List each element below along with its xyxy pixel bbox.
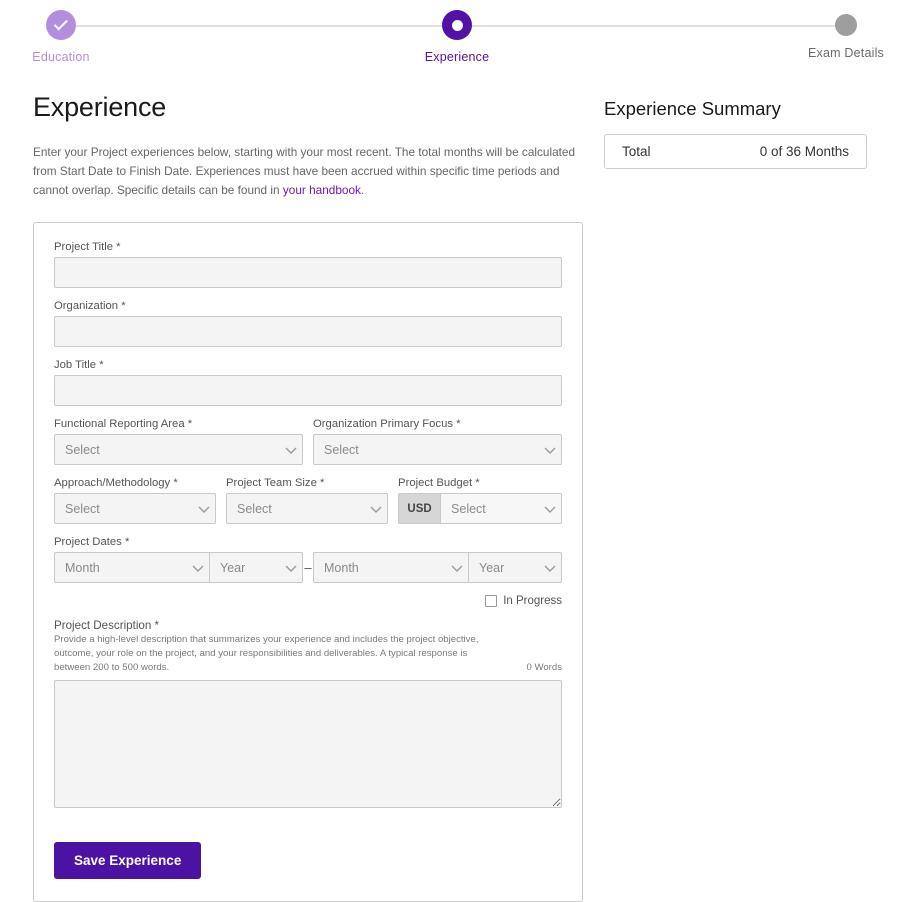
- stepper-step-exam-details[interactable]: Exam Details: [776, 10, 906, 60]
- step-exam-details-label: Exam Details: [807, 46, 885, 60]
- field-approach-methodology: Approach/Methodology * Select: [54, 477, 217, 525]
- project-description-textarea[interactable]: [54, 680, 562, 809]
- summary-total-label: Total: [622, 144, 651, 159]
- project-end-date-group: Month Year: [313, 552, 562, 584]
- functional-reporting-area-label: Functional Reporting Area *: [54, 418, 193, 431]
- project-title-input[interactable]: [54, 257, 562, 289]
- step-experience-dot[interactable]: [442, 10, 472, 40]
- project-budget-select-wrap: Select: [440, 493, 562, 525]
- field-project-team-size: Project Team Size * Select: [226, 477, 389, 525]
- step-experience-label: Experience: [424, 50, 490, 64]
- in-progress-checkbox[interactable]: [485, 595, 498, 608]
- handbook-link[interactable]: your handbook: [283, 183, 361, 197]
- start-month-select-wrap: Month: [54, 552, 210, 584]
- start-month-select[interactable]: Month: [54, 552, 210, 584]
- approach-methodology-label: Approach/Methodology *: [54, 477, 178, 490]
- main-column: Experience Enter your Project experience…: [33, 92, 583, 902]
- job-title-label: Job Title *: [54, 359, 104, 372]
- step-education-label: Education: [32, 50, 90, 64]
- project-team-size-label: Project Team Size *: [226, 477, 325, 490]
- in-progress-row: In Progress: [54, 595, 562, 608]
- stepper-step-education[interactable]: Education: [0, 10, 131, 64]
- project-dates-row: Month Year – Month Year: [54, 552, 562, 584]
- save-experience-button[interactable]: Save Experience: [54, 842, 202, 880]
- approach-methodology-select-wrap: Select: [54, 493, 217, 525]
- end-year-select[interactable]: Year: [468, 552, 562, 584]
- end-month-select[interactable]: Month: [313, 552, 469, 584]
- page-description: Enter your Project experiences below, st…: [33, 143, 578, 200]
- check-icon: [53, 15, 68, 30]
- stepper-step-experience[interactable]: Experience: [387, 10, 527, 64]
- project-description-word-count: 0 Words: [526, 662, 562, 674]
- field-organization-primary-focus: Organization Primary Focus * Select: [313, 418, 562, 466]
- summary-total-value: 0 of 36 Months: [759, 144, 849, 159]
- project-team-size-select[interactable]: Select: [226, 493, 389, 525]
- current-step-inner-circle-icon: [451, 19, 463, 31]
- in-progress-label[interactable]: In Progress: [503, 595, 562, 607]
- experience-form-card: Project Title * Organization * Job Title…: [33, 222, 583, 902]
- progress-stepper: Education Experience Exam Details: [0, 0, 906, 72]
- approach-methodology-select[interactable]: Select: [54, 493, 217, 525]
- summary-column: Experience Summary Total 0 of 36 Months: [604, 92, 867, 169]
- organization-primary-focus-select-wrap: Select: [313, 434, 562, 466]
- project-team-size-select-wrap: Select: [226, 493, 389, 525]
- project-budget-label: Project Budget *: [398, 477, 480, 490]
- step-education-dot[interactable]: [46, 10, 76, 40]
- start-year-select[interactable]: Year: [209, 552, 303, 584]
- field-job-title: Job Title *: [54, 359, 562, 407]
- job-title-input[interactable]: [54, 375, 562, 407]
- experience-summary-title: Experience Summary: [604, 98, 781, 119]
- organization-input[interactable]: [54, 316, 562, 348]
- project-title-label: Project Title *: [54, 241, 121, 254]
- organization-primary-focus-label: Organization Primary Focus *: [313, 418, 461, 431]
- project-budget-group: USD Select: [398, 493, 562, 525]
- field-project-budget: Project Budget * USD Select: [398, 477, 562, 525]
- project-budget-currency: USD: [398, 493, 441, 525]
- field-organization: Organization *: [54, 300, 562, 348]
- field-project-dates: Project Dates * Month Year – Month Year: [54, 536, 562, 584]
- page-title: Experience: [33, 92, 167, 122]
- field-project-title: Project Title *: [54, 241, 562, 289]
- project-start-date-group: Month Year: [54, 552, 303, 584]
- end-month-select-wrap: Month: [313, 552, 469, 584]
- organization-primary-focus-select[interactable]: Select: [313, 434, 562, 466]
- functional-reporting-area-select[interactable]: Select: [54, 434, 303, 466]
- row-reporting-focus: Functional Reporting Area * Select Organ…: [54, 418, 562, 466]
- project-description-label: Project Description *: [54, 619, 160, 633]
- functional-reporting-area-select-wrap: Select: [54, 434, 303, 466]
- page-description-text-2: .: [360, 183, 365, 198]
- row-approach-team-budget: Approach/Methodology * Select Project Te…: [54, 477, 562, 525]
- start-year-select-wrap: Year: [209, 552, 303, 584]
- field-project-description: Project Description * Provide a high-lev…: [54, 619, 562, 809]
- field-functional-reporting-area: Functional Reporting Area * Select: [54, 418, 303, 466]
- project-dates-label: Project Dates *: [54, 536, 130, 549]
- project-description-hint: Provide a high-level description that su…: [54, 634, 479, 673]
- end-year-select-wrap: Year: [468, 552, 562, 584]
- organization-label: Organization *: [54, 300, 126, 313]
- date-range-separator: –: [304, 560, 312, 576]
- project-description-hint-row: Provide a high-level description that su…: [54, 633, 562, 674]
- step-exam-details-dot[interactable]: [835, 14, 857, 36]
- project-budget-select[interactable]: Select: [440, 493, 562, 525]
- experience-summary-total-row: Total 0 of 36 Months: [604, 134, 867, 169]
